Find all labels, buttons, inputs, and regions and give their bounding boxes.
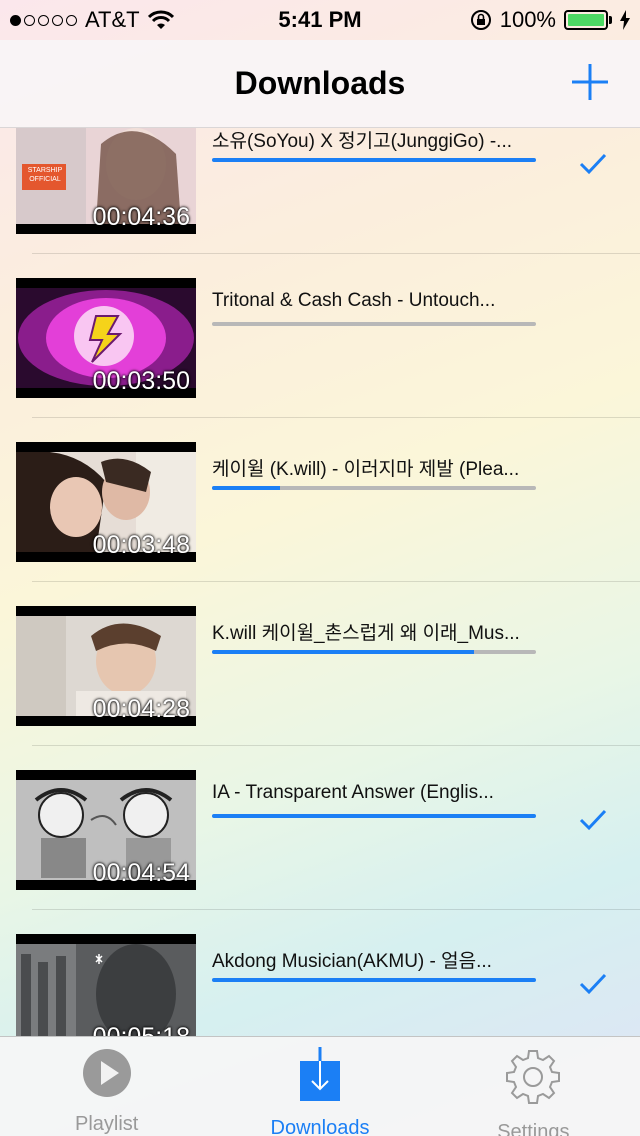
download-row[interactable]: 00:04:28 K.will 케이윌_촌스럽게 왜 이래_Mus... — [0, 582, 640, 746]
tab-label: Downloads — [270, 1117, 370, 1136]
download-row[interactable]: STARSHIP OFFICIAL 00:04:36 소유(SoYou) X 정… — [0, 128, 640, 254]
download-row[interactable]: 00:04:54 IA - Transparent Answer (Englis… — [0, 746, 640, 910]
status-bar: AT&T 5:41 PM 100% — [0, 0, 640, 40]
video-thumbnail: 00:05:18 — [16, 934, 196, 1036]
download-progress — [212, 486, 536, 490]
duration-label: 00:03:50 — [92, 367, 190, 395]
download-progress — [212, 650, 536, 654]
duration-label: 00:04:36 — [92, 203, 190, 231]
tab-label: Settings — [497, 1121, 570, 1136]
battery-icon — [564, 10, 612, 30]
carrier-label: AT&T — [85, 7, 140, 32]
video-title: Tritonal & Cash Cash - Untouch... — [212, 290, 496, 311]
wifi-icon — [147, 10, 174, 29]
tab-bar: Playlist Downloads Settings — [0, 1036, 640, 1136]
battery-percent: 100% — [499, 7, 556, 32]
video-title: IA - Transparent Answer (Englis... — [212, 782, 494, 803]
rotation-lock-icon — [470, 10, 491, 30]
checkmark-icon — [579, 153, 607, 175]
video-title: 소유(SoYou) X 정기고(JunggiGo) -... — [212, 131, 513, 152]
video-thumbnail: 00:03:48 — [16, 442, 196, 562]
tab-playlist[interactable]: Playlist — [0, 1037, 213, 1136]
navigation-bar: Downloads — [0, 40, 640, 128]
video-title: Akdong Musician(AKMU) - 얼음... — [212, 951, 492, 972]
downloads-list[interactable]: STARSHIP OFFICIAL 00:04:36 소유(SoYou) X 정… — [0, 128, 640, 1036]
add-button[interactable] — [570, 62, 610, 102]
status-right: 100% — [470, 7, 630, 33]
duration-label: 00:04:54 — [92, 859, 190, 887]
status-left: AT&T — [10, 7, 174, 33]
video-thumbnail: 00:04:54 — [16, 770, 196, 890]
gear-icon — [503, 1047, 563, 1107]
charging-bolt-icon — [620, 10, 630, 30]
thumbnail-watermark: STARSHIP OFFICIAL — [27, 167, 63, 183]
download-progress — [212, 814, 536, 818]
duration-label: 00:04:28 — [92, 695, 190, 723]
duration-label: 00:03:48 — [92, 531, 190, 559]
duration-label: 00:05:18 — [93, 1023, 190, 1036]
download-progress — [212, 322, 536, 326]
video-thumbnail: 00:03:50 — [16, 278, 196, 398]
download-row[interactable]: 00:03:50 Tritonal & Cash Cash - Untouch.… — [0, 254, 640, 418]
tab-label: Playlist — [74, 1113, 139, 1135]
signal-strength-icon — [10, 14, 77, 26]
checkmark-icon — [579, 809, 607, 831]
tab-settings[interactable]: Settings — [427, 1037, 640, 1136]
video-thumbnail: 00:04:28 — [16, 606, 196, 726]
download-icon — [290, 1047, 350, 1103]
page-title: Downloads — [234, 65, 406, 101]
plus-icon — [572, 64, 608, 100]
download-progress — [212, 978, 536, 982]
play-circle-icon — [77, 1047, 137, 1099]
video-thumbnail: STARSHIP OFFICIAL 00:04:36 — [16, 128, 196, 234]
download-row[interactable]: 00:03:48 케이윌 (K.will) - 이러지마 제발 (Plea... — [0, 418, 640, 582]
tab-downloads[interactable]: Downloads — [213, 1037, 426, 1136]
download-progress — [212, 158, 536, 162]
download-row[interactable]: 00:05:18 Akdong Musician(AKMU) - 얼음... — [0, 910, 640, 1036]
video-title: 케이윌 (K.will) - 이러지마 제발 (Plea... — [212, 459, 520, 480]
checkmark-icon — [579, 973, 607, 995]
video-title: K.will 케이윌_촌스럽게 왜 이래_Mus... — [212, 623, 520, 644]
